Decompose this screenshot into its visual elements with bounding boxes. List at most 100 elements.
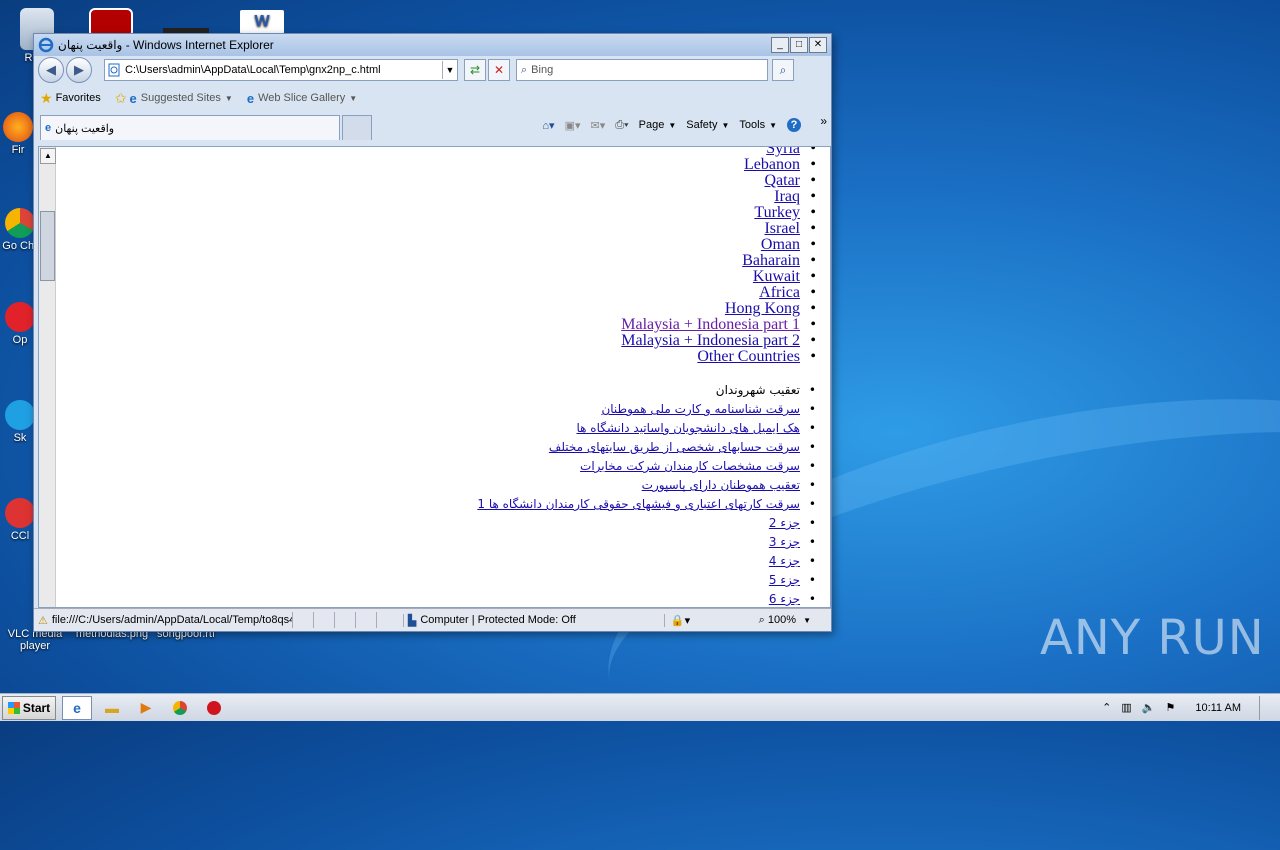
country-link[interactable]: Kuwait [753, 268, 800, 285]
tools-menu[interactable]: Tools ▼ [739, 119, 777, 131]
list-item[interactable]: جزء 4 [477, 552, 816, 571]
country-link[interactable]: Africa [759, 284, 800, 301]
show-desktop-button[interactable] [1259, 695, 1274, 720]
address-input[interactable]: C:\Users\admin\AppData\Local\Temp\gnx2np… [104, 59, 458, 81]
mail-icon[interactable]: ✉▾ [590, 119, 605, 132]
list-item[interactable]: Malaysia + Indonesia part 2 [621, 332, 815, 350]
part-link[interactable]: جزء 3 [769, 535, 800, 549]
page-menu[interactable]: Page ▼ [639, 119, 677, 131]
persian-link[interactable]: سرقت حسابهای شخصی از طریق سایتهای مختلف [549, 440, 800, 454]
persian-link[interactable]: سرقت مشخصات کارمندان شرکت مخابرات [580, 459, 800, 473]
network-icon[interactable]: ▥ [1121, 701, 1131, 714]
list-item[interactable]: سرقت حسابهای شخصی از طریق سایتهای مختلف [477, 438, 816, 457]
suggested-sites-label: Suggested Sites [140, 92, 221, 104]
close-button[interactable]: ✕ [809, 37, 827, 53]
country-link[interactable]: Qatar [764, 172, 800, 189]
zone-label: Computer | Protected Mode: Off [420, 614, 576, 626]
search-input[interactable]: ⌕ Bing [516, 59, 768, 81]
list-item[interactable]: Africa [621, 284, 816, 302]
action-center-icon[interactable]: ⚑ [1165, 701, 1175, 714]
list-item[interactable]: سرقت شناسنامه و کارت ملی هموطنان [477, 400, 815, 419]
security-zone[interactable]: ▙ Computer | Protected Mode: Off [402, 613, 654, 627]
list-item[interactable]: Hong Kong [621, 300, 816, 318]
list-item[interactable]: جزء 2 [477, 514, 816, 533]
protected-mode-icon[interactable]: 🔒▾ [663, 613, 690, 627]
persian-link[interactable]: تعقیب هموطنان دارای پاسپورت [642, 478, 800, 492]
feeds-icon[interactable]: ▣▾ [565, 119, 581, 132]
home-icon[interactable]: ⌂▾ [542, 119, 554, 132]
list-item[interactable]: Oman [621, 236, 816, 254]
page-icon [108, 63, 120, 77]
scroll-thumb[interactable] [40, 211, 55, 281]
persian-link[interactable]: هک ایمیل های دانشجویان واساتید دانشگاه ه… [576, 421, 800, 435]
country-link[interactable]: Israel [764, 220, 800, 237]
list-item[interactable]: تعقیب هموطنان دارای پاسپورت [477, 476, 816, 495]
part-link[interactable]: جزء 4 [769, 554, 800, 568]
tab-active[interactable]: e واقعیت پنهان [40, 115, 340, 140]
list-item[interactable]: جزء 5 [477, 571, 816, 590]
safety-menu[interactable]: Safety ▼ [686, 119, 729, 131]
country-link[interactable]: Iraq [774, 188, 800, 205]
list-item[interactable]: Kuwait [621, 268, 816, 286]
persian-link[interactable]: سرقت شناسنامه و کارت ملی هموطنان [601, 402, 800, 416]
country-link[interactable]: Other Countries [697, 348, 800, 365]
taskbar-chrome[interactable] [166, 697, 194, 719]
taskbar-explorer[interactable]: ▬ [98, 697, 126, 719]
forward-button[interactable]: ▶ [66, 57, 92, 83]
list-item[interactable]: هک ایمیل های دانشجویان واساتید دانشگاه ه… [477, 419, 815, 438]
list-item[interactable]: Malaysia + Indonesia part 1 [621, 316, 815, 334]
maximize-button[interactable]: □ [790, 37, 808, 53]
favorites-button[interactable]: ★ Favorites [40, 90, 101, 107]
part-link[interactable]: جزء 2 [769, 516, 800, 530]
refresh-button[interactable]: ⇄ [464, 59, 486, 81]
country-link[interactable]: Turkey [754, 204, 800, 221]
taskbar-opera[interactable] [200, 697, 228, 719]
more-commands-icon[interactable]: » [820, 114, 827, 128]
clock[interactable]: 10:11 AM [1195, 702, 1241, 714]
list-item[interactable]: سرقت مشخصات کارمندان شرکت مخابرات [477, 457, 816, 476]
taskbar-ie[interactable]: e [62, 695, 92, 720]
list-item[interactable]: جزء 3 [477, 533, 816, 552]
part-link[interactable]: جزء 5 [769, 573, 800, 587]
list-item[interactable]: جزء 6 [477, 590, 816, 607]
start-button[interactable]: Start [2, 695, 56, 720]
list-item[interactable]: Baharain [621, 252, 815, 270]
search-button[interactable]: ⌕ [772, 59, 794, 81]
taskbar-media-player[interactable]: ▶ [132, 697, 160, 719]
desktop-icon-firefox[interactable]: Fir [0, 112, 36, 156]
show-hidden-icons-icon[interactable]: ⌃ [1102, 701, 1111, 714]
list-item[interactable]: Iraq [621, 188, 815, 206]
list-item[interactable]: Turkey [621, 204, 815, 222]
country-link[interactable]: Oman [761, 236, 800, 253]
add-favorite-icon: ✩ [114, 89, 127, 106]
ccleaner-icon [5, 498, 35, 528]
list-item[interactable]: Lebanon [621, 156, 816, 174]
persian-link[interactable]: سرقت کارتهای اعتباری و فیشهای حقوقی کارم… [477, 497, 800, 511]
country-link[interactable]: Hong Kong [725, 300, 800, 317]
print-icon[interactable]: ⎙▾ [615, 119, 628, 132]
minimize-button[interactable]: _ [771, 37, 789, 53]
desktop-icon-label: Sk [13, 432, 27, 444]
scroll-up-icon[interactable]: ▲ [40, 148, 56, 164]
list-item[interactable]: Qatar [621, 172, 815, 190]
new-tab-button[interactable] [342, 115, 372, 140]
volume-icon[interactable]: 🔈 [1142, 701, 1156, 714]
country-link-visited[interactable]: Malaysia + Indonesia part 1 [621, 316, 800, 333]
country-link[interactable]: Lebanon [744, 156, 800, 173]
country-link[interactable]: Malaysia + Indonesia part 2 [621, 332, 800, 349]
window-titlebar[interactable]: واقعیت پنهان - Windows Internet Explorer… [34, 34, 831, 56]
list-item[interactable]: Other Countries [621, 348, 815, 366]
suggested-sites-button[interactable]: ✩ e Suggested Sites ▼ [115, 90, 233, 107]
country-link[interactable]: Baharain [742, 252, 800, 269]
tab-row: e واقعیت پنهان ⌂▾ ▣▾ ✉▾ ⎙▾ Page ▼ Safety ▼… [34, 112, 831, 140]
back-button[interactable]: ◀ [38, 57, 64, 83]
list-item[interactable]: Israel [621, 220, 815, 238]
address-dropdown-icon[interactable]: ▼ [442, 61, 457, 79]
part-link[interactable]: جزء 6 [769, 592, 800, 606]
web-slice-gallery-button[interactable]: e Web Slice Gallery ▼ [247, 91, 357, 106]
stop-button[interactable]: ✕ [488, 59, 510, 81]
zoom-control[interactable]: ⌕ 100% ▼ [759, 614, 811, 627]
vertical-scrollbar[interactable]: ▲ [39, 147, 56, 607]
help-icon[interactable]: ? [787, 118, 801, 132]
list-item[interactable]: سرقت کارتهای اعتباری و فیشهای حقوقی کارم… [477, 495, 815, 514]
